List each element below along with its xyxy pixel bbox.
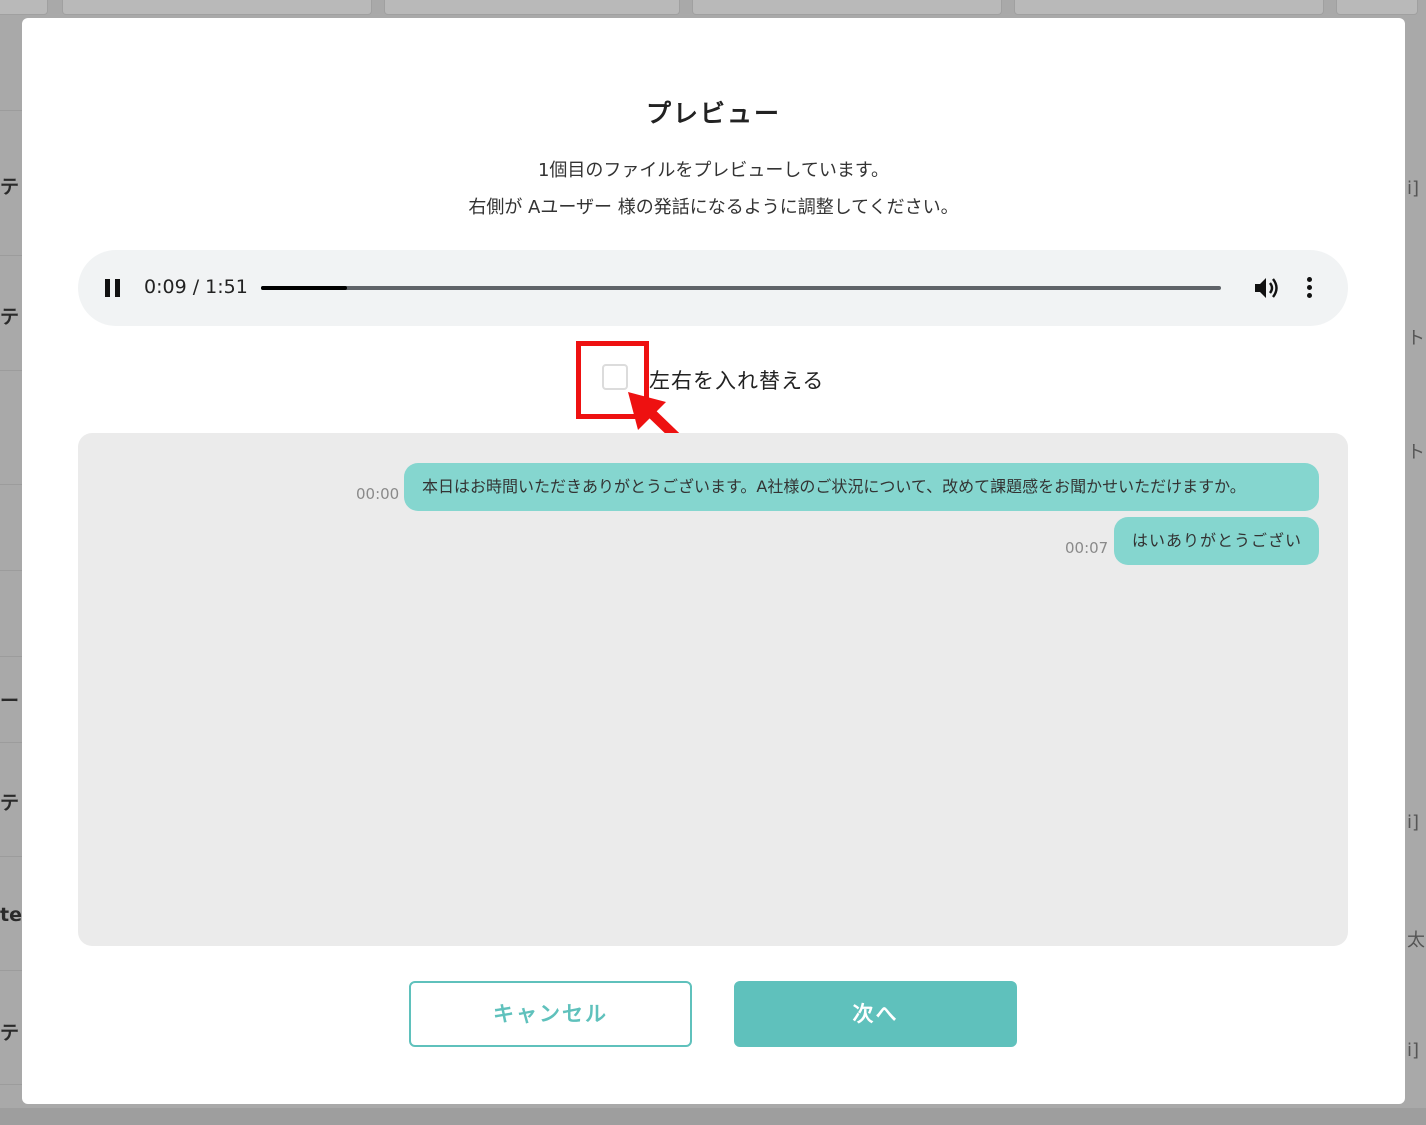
background-text: ー bbox=[0, 690, 20, 712]
background-row-divider bbox=[0, 856, 22, 857]
message-timestamp: 00:00 bbox=[356, 485, 400, 503]
dialog-description-line1: 1個目のファイルをプレビューしています。 bbox=[537, 160, 890, 181]
dialog-description-line2: 右側が Aユーザー 様の発話になるように調整してください。 bbox=[468, 197, 959, 218]
background-row-divider bbox=[0, 370, 22, 371]
background-row-divider bbox=[0, 742, 22, 743]
preview-dialog: プレビュー 1個目のファイルをプレビューしています。 右側が Aユーザー 様の発… bbox=[22, 18, 1405, 1104]
message-timestamp: 00:07 bbox=[1065, 539, 1109, 557]
message-bubble: 本日はお時間いただきありがとうございます。A社様のご状況について、改めて課題感を… bbox=[404, 463, 1319, 511]
background-text: 太 bbox=[1407, 930, 1425, 951]
background-text: テ bbox=[0, 792, 20, 814]
background-row-divider bbox=[0, 656, 22, 657]
background-text: テ bbox=[0, 176, 20, 198]
background-text: te bbox=[0, 904, 22, 926]
background-tab bbox=[1014, 0, 1324, 15]
background-text: テ bbox=[0, 306, 20, 328]
background-tab bbox=[384, 0, 680, 15]
background-text: ト bbox=[1407, 328, 1425, 349]
background-tab bbox=[62, 0, 372, 15]
background-text: i] bbox=[1407, 178, 1420, 199]
transcript-message: 00:07 はいありがとうござい bbox=[1065, 517, 1319, 565]
more-options-icon[interactable] bbox=[1307, 277, 1313, 299]
message-bubble: はいありがとうござい bbox=[1114, 517, 1319, 565]
transcript-message: 00:00 本日はお時間いただきありがとうございます。A社様のご状況について、改… bbox=[356, 463, 1319, 511]
background-row-divider bbox=[0, 570, 22, 571]
seek-bar-progress bbox=[261, 286, 348, 290]
pause-icon[interactable] bbox=[105, 279, 121, 297]
background-text: テ bbox=[0, 1022, 20, 1044]
background-row-divider bbox=[0, 255, 22, 256]
audio-player[interactable]: 0:09 / 1:51 bbox=[78, 250, 1348, 326]
background-left-column: テ テ ー テ te テ bbox=[0, 40, 22, 1100]
background-tab bbox=[0, 0, 48, 15]
background-row-divider bbox=[0, 484, 22, 485]
next-button[interactable]: 次へ bbox=[734, 981, 1017, 1047]
playback-time: 0:09 / 1:51 bbox=[144, 276, 248, 298]
background-text: i] bbox=[1407, 812, 1420, 833]
background-tab bbox=[692, 0, 1002, 15]
background-text: i] bbox=[1407, 1040, 1420, 1061]
volume-icon[interactable] bbox=[1254, 277, 1280, 299]
cancel-button[interactable]: キャンセル bbox=[409, 981, 692, 1047]
seek-bar[interactable] bbox=[261, 286, 1221, 290]
background-tab bbox=[1336, 0, 1418, 15]
background-tab-bar bbox=[0, 0, 1426, 16]
transcript-panel: 00:00 本日はお時間いただきありがとうございます。A社様のご状況について、改… bbox=[78, 433, 1348, 946]
dialog-title: プレビュー bbox=[645, 99, 781, 128]
background-bottom-strip bbox=[0, 1108, 1426, 1125]
background-row-divider bbox=[0, 970, 22, 971]
background-row-divider bbox=[0, 1084, 22, 1085]
background-text: ト bbox=[1407, 442, 1425, 463]
background-right-column: i] ト ト i] 太 i] bbox=[1405, 40, 1426, 1100]
background-row-divider bbox=[0, 110, 22, 111]
